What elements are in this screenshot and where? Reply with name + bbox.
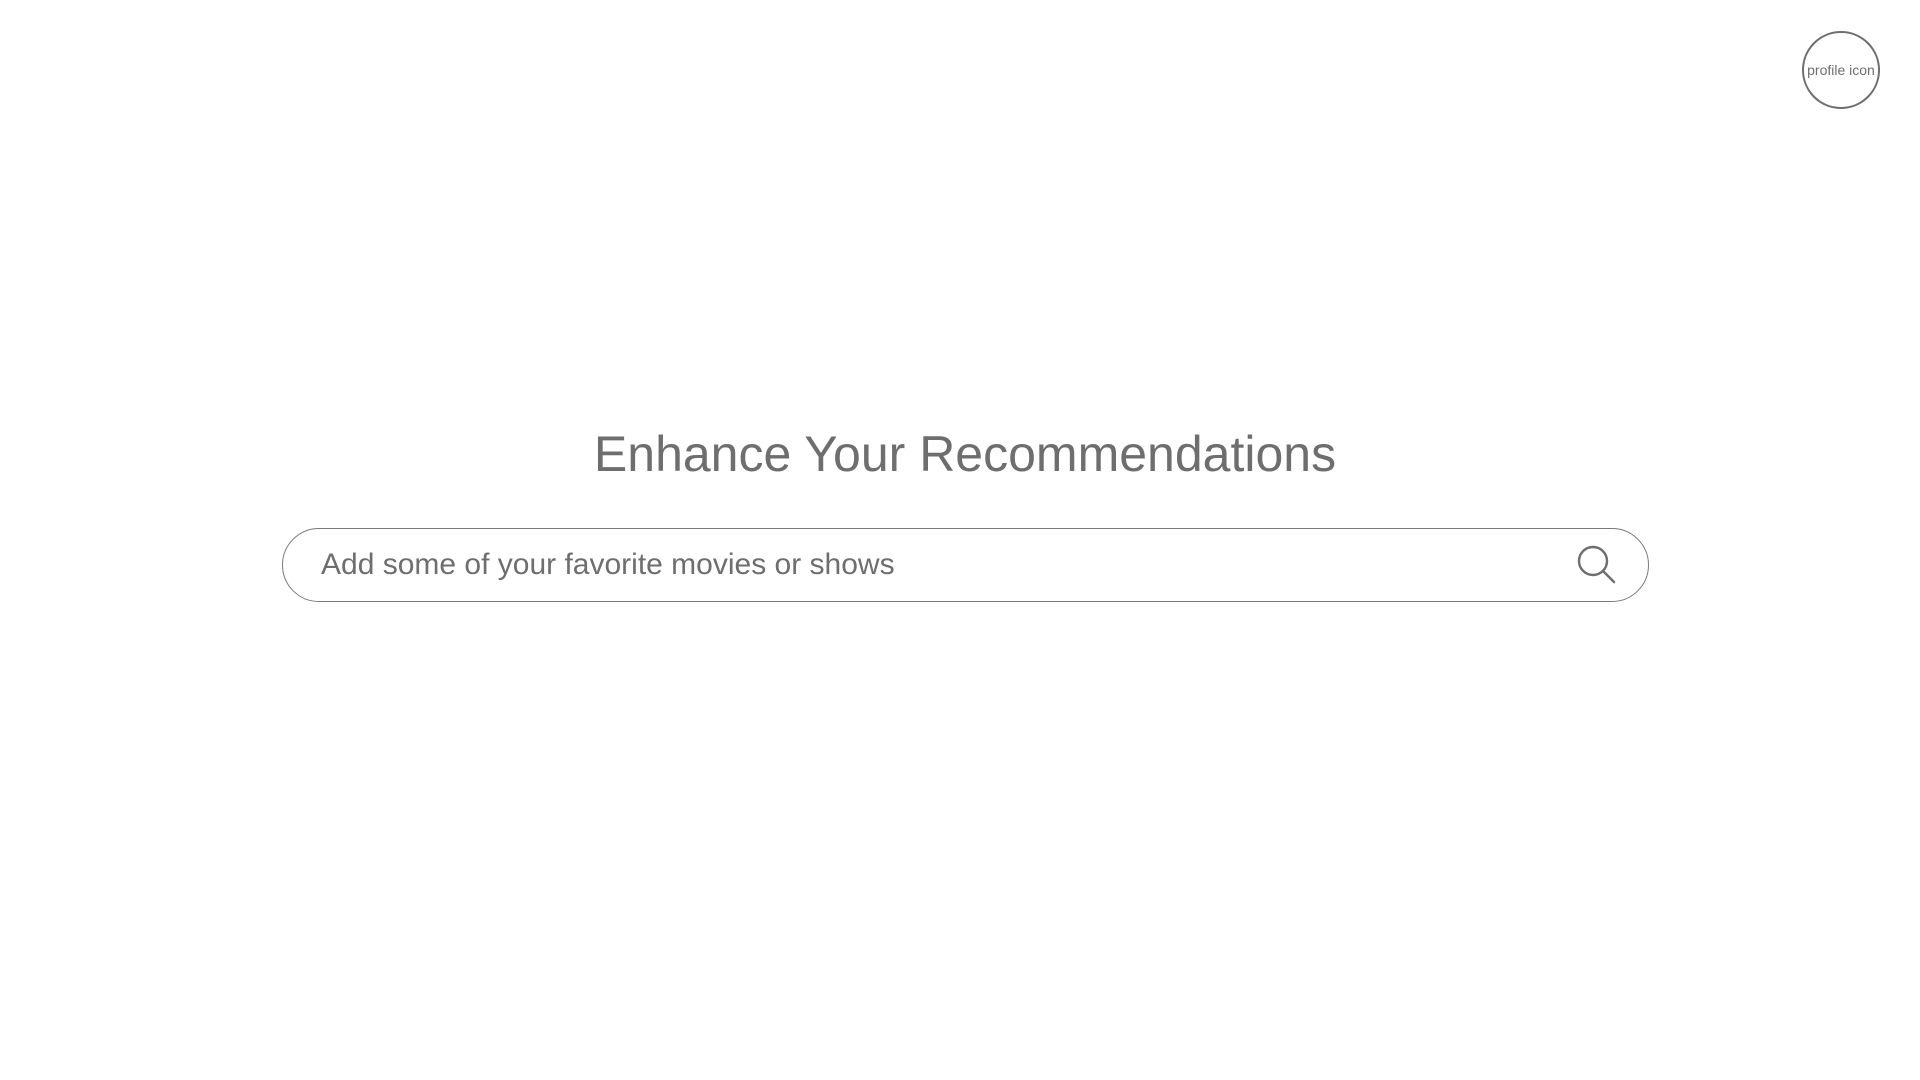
search-input[interactable]: [319, 534, 1576, 596]
profile-icon[interactable]: profile icon: [1802, 31, 1880, 109]
profile-icon-label: profile icon: [1807, 62, 1875, 78]
search-bar[interactable]: [282, 528, 1649, 602]
search-icon[interactable]: [1576, 544, 1618, 586]
page-title: Enhance Your Recommendations: [593, 426, 1337, 482]
page: profile icon Enhance Your Recommendation…: [0, 0, 1920, 1080]
